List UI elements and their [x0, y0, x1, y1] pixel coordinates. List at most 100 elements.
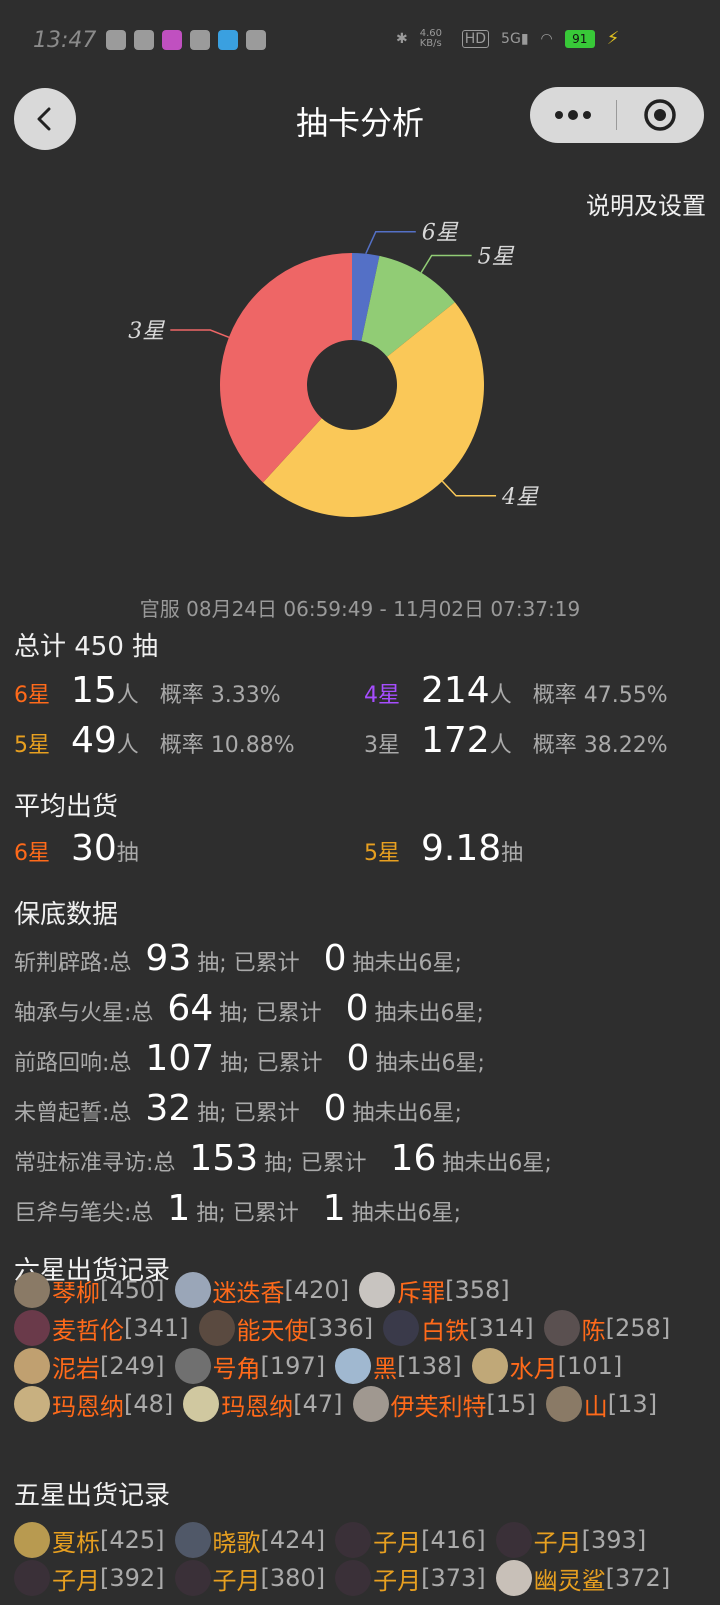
star-count: 49	[70, 720, 117, 761]
star-label: 6星	[14, 683, 50, 708]
pull-count: [138]	[397, 1352, 462, 1380]
more-dots-icon	[555, 110, 591, 120]
miniprogram-capsule	[530, 87, 704, 143]
pull-count: [450]	[100, 1276, 165, 1304]
record-item[interactable]: 能天使 [336]	[198, 1310, 374, 1346]
pull-count: [393]	[581, 1526, 647, 1554]
record-item[interactable]: 水月 [101]	[471, 1348, 622, 1384]
pity-count: 1	[322, 1188, 346, 1229]
record-item[interactable]: 幽灵鲨 [372]	[495, 1560, 670, 1596]
summary-row-five: 5星 49人 概率 10.88%	[14, 720, 295, 761]
operator-avatar	[383, 1310, 420, 1346]
pull-count: [373]	[421, 1564, 486, 1592]
unit: 抽	[501, 841, 524, 866]
pull-count: [314]	[469, 1314, 534, 1342]
pity-count: 0	[346, 1038, 370, 1079]
unit: 人	[489, 733, 512, 758]
record-item[interactable]: 麦哲伦 [341]	[14, 1310, 189, 1346]
record-line: 玛恩纳 [48] 玛恩纳 [47] 伊芙利特 [15] 山 [13]	[14, 1386, 667, 1422]
pool-total: 93	[145, 938, 192, 979]
star-label: 5星	[14, 733, 50, 758]
app-notification-icon	[246, 30, 266, 50]
operator-avatar	[14, 1386, 50, 1422]
pity-row: 轴承与火星:总 64 抽; 已累计 0 抽未出6星;	[14, 988, 484, 1029]
operator-name: 山	[583, 1392, 608, 1421]
operator-name: 子月	[373, 1566, 422, 1595]
record-item[interactable]: 琴柳 [450]	[14, 1272, 165, 1308]
pity-tail: 抽未出6星;	[375, 1051, 485, 1076]
pull-count: [258]	[605, 1314, 671, 1342]
operator-name: 伊芙利特	[390, 1392, 487, 1421]
unit: 人	[489, 683, 512, 708]
pity-tail: 抽未出6星;	[374, 1001, 484, 1026]
app-notification-icon	[106, 30, 126, 50]
pity-title: 保底数据	[14, 900, 119, 930]
operator-name: 幽灵鲨	[533, 1566, 606, 1595]
pull-count: [425]	[100, 1526, 165, 1554]
record-item[interactable]: 晓歌 [424]	[174, 1522, 326, 1558]
pull-count: [341]	[124, 1314, 189, 1342]
record-item[interactable]: 白铁 [314]	[383, 1310, 534, 1346]
operator-avatar	[183, 1386, 220, 1422]
pity-row: 未曾起誓:总 32 抽; 已累计 0 抽未出6星;	[14, 1088, 462, 1129]
unit: 人	[116, 683, 139, 708]
pull-count: [197]	[260, 1352, 326, 1380]
rate-value: 3.33%	[210, 683, 281, 708]
star-label: 3星	[364, 733, 400, 758]
record-item[interactable]: 子月 [392]	[14, 1560, 165, 1596]
pool-total: 1	[167, 1188, 191, 1229]
pity-tail: 抽未出6星;	[351, 1201, 462, 1226]
app-notification-icon	[190, 30, 210, 50]
pool-total: 153	[189, 1138, 259, 1179]
system-indicators: ✱ 4.60 KB/s HD 5G▮ ◠ 91 ⚡	[396, 28, 619, 49]
record-item[interactable]: 泥岩 [249]	[14, 1348, 165, 1384]
pity-text: 抽; 已累计	[197, 951, 300, 976]
rate-label: 概率	[159, 683, 204, 708]
record-item[interactable]: 玛恩纳 [48]	[14, 1386, 173, 1422]
target-icon	[644, 99, 676, 131]
operator-avatar	[14, 1522, 50, 1558]
operator-avatar	[198, 1310, 235, 1346]
record-item[interactable]: 黑 [138]	[335, 1348, 462, 1384]
operator-avatar	[495, 1560, 532, 1596]
record-item[interactable]: 伊芙利特 [15]	[352, 1386, 536, 1422]
operator-name: 子月	[52, 1566, 100, 1595]
battery-icon: 91	[564, 29, 595, 48]
wifi-icon: ◠	[540, 30, 553, 47]
pity-count: 0	[323, 1088, 347, 1129]
record-item[interactable]: 山 [13]	[545, 1386, 657, 1422]
record-line: 夏栎 [425] 晓歌 [424] 子月 [416] 子月 [393]	[14, 1522, 656, 1558]
pool-name: 未曾起誓:总	[14, 1101, 132, 1126]
operator-name: 子月	[533, 1528, 582, 1557]
hd-badge: HD	[461, 29, 490, 48]
record-item[interactable]: 陈 [258]	[543, 1310, 671, 1346]
record-item[interactable]: 斥罪 [358]	[359, 1272, 510, 1308]
record-line: 琴柳 [450] 迷迭香 [420] 斥罪 [358]	[14, 1272, 520, 1308]
record-item[interactable]: 子月 [373]	[335, 1560, 486, 1596]
record-line: 麦哲伦 [341] 能天使 [336] 白铁 [314] 陈 [258]	[14, 1310, 680, 1346]
operator-avatar	[14, 1560, 50, 1596]
rate-label: 概率	[159, 733, 204, 758]
record-item[interactable]: 号角 [197]	[174, 1348, 326, 1384]
pity-text: 抽; 已累计	[264, 1151, 367, 1176]
operator-name: 迷迭香	[212, 1278, 285, 1307]
record-item[interactable]: 子月 [393]	[495, 1522, 647, 1558]
average-five: 5星 9.18抽	[364, 828, 523, 869]
record-item[interactable]: 夏栎 [425]	[14, 1522, 165, 1558]
close-miniprogram-button[interactable]	[617, 87, 703, 143]
app-notification-icon	[134, 30, 154, 50]
pull-count: [15]	[486, 1390, 536, 1418]
record-item[interactable]: 子月 [380]	[174, 1560, 325, 1596]
record-item[interactable]: 迷迭香 [420]	[174, 1272, 350, 1308]
pie-leader-line	[420, 254, 472, 273]
operator-name: 水月	[509, 1354, 558, 1383]
record-item[interactable]: 子月 [416]	[335, 1522, 486, 1558]
pull-count: [336]	[308, 1314, 374, 1342]
record-item[interactable]: 玛恩纳 [47]	[183, 1386, 343, 1422]
pull-count: [424]	[260, 1526, 326, 1554]
more-button[interactable]	[530, 87, 616, 143]
pool-name: 斩荆辟路:总	[14, 951, 132, 976]
pull-count: [420]	[284, 1276, 350, 1304]
pity-text: 抽; 已累计	[197, 1101, 300, 1126]
pity-tail: 抽未出6星;	[442, 1151, 552, 1176]
